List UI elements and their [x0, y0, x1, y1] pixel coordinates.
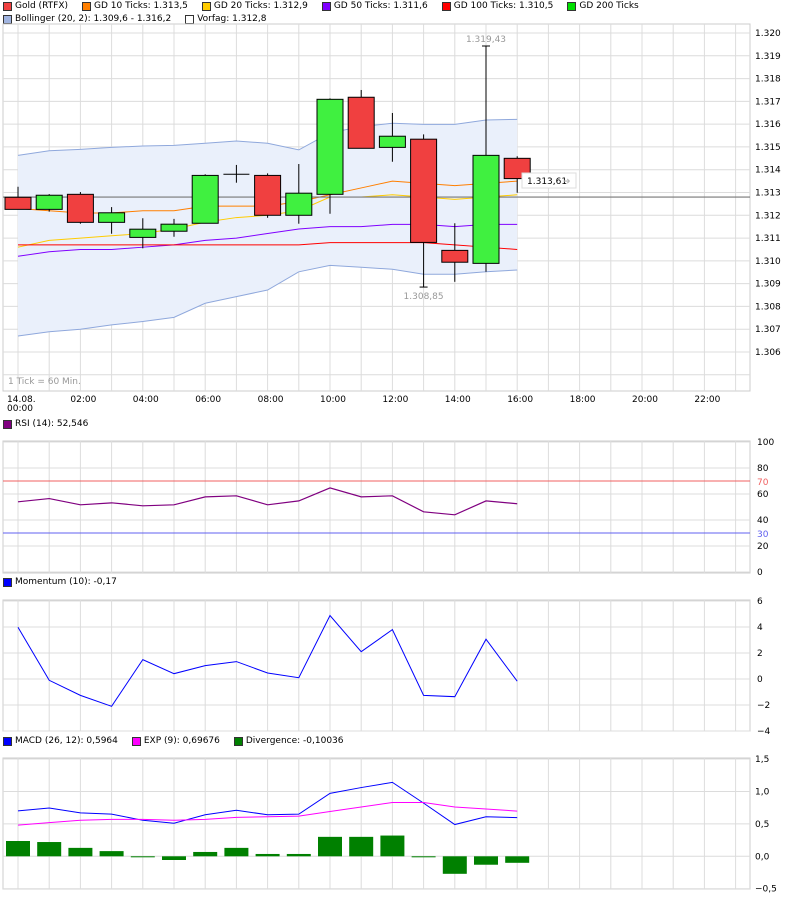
- rsi-level-label: 30: [757, 530, 769, 540]
- low-annotation: 1.308,85: [404, 292, 444, 302]
- last-price-label: 1.313,61: [527, 177, 567, 187]
- divergence-bar: [130, 856, 155, 858]
- macd-axis-label: 1,0: [755, 787, 770, 797]
- price-axis-label: 1.308: [755, 302, 781, 312]
- momentum-axis-label: −2: [757, 701, 770, 711]
- macd-axis-label: −0,5: [755, 885, 777, 895]
- divergence-bar: [411, 856, 436, 858]
- divergence-bar: [380, 835, 405, 857]
- divergence-bar: [162, 856, 186, 860]
- price-axis-label: 1.319: [755, 52, 781, 62]
- price-axis-label: 1.310: [755, 257, 781, 267]
- candle-body: [378, 135, 406, 148]
- x-axis-label: 14:00: [445, 395, 471, 405]
- x-axis-label: 18:00: [570, 395, 596, 405]
- rsi-axis-label: 0: [757, 568, 763, 578]
- divergence-bar: [68, 847, 93, 857]
- candle-body: [35, 194, 63, 210]
- price-axis-label: 1.306: [755, 348, 781, 358]
- candle-body: [160, 223, 188, 232]
- macd-axis-label: 1,5: [755, 755, 769, 765]
- momentum-axis-label: −4: [757, 727, 771, 737]
- divergence-bar: [505, 856, 530, 863]
- x-axis-label: 10:00: [320, 395, 346, 405]
- high-annotation: 1.319,43: [466, 35, 506, 45]
- candle-body: [129, 228, 157, 238]
- candle-body: [410, 138, 438, 243]
- price-axis-label: 1.311: [755, 234, 781, 244]
- momentum-axis-label: 0: [757, 675, 763, 685]
- macd-axis-label: 0,0: [755, 852, 770, 862]
- price-axis-label: 1.317: [755, 97, 781, 107]
- divergence-bar: [99, 851, 124, 857]
- momentum-axis-label: 6: [757, 597, 763, 607]
- price-axis-label: 1.312: [755, 211, 781, 221]
- price-axis-label: 1.309: [755, 280, 781, 290]
- divergence-bar: [6, 840, 30, 857]
- divergence-bar: [286, 853, 311, 857]
- x-axis-label: 08:00: [258, 395, 284, 405]
- price-axis-label: 1.320: [755, 29, 781, 39]
- tick-note: 1 Tick = 60 Min.: [8, 377, 81, 387]
- momentum-panel: [2, 599, 751, 732]
- candle-body: [66, 193, 94, 223]
- divergence-bar: [193, 851, 218, 857]
- x-axis-label: 12:00: [382, 395, 408, 405]
- x-axis-label: 04:00: [133, 395, 159, 405]
- divergence-bar: [37, 842, 62, 857]
- candle-body: [98, 212, 126, 223]
- price-axis-label: 1.314: [755, 166, 781, 176]
- price-axis-label: 1.318: [755, 75, 781, 85]
- candle-body: [316, 98, 344, 195]
- candle-body: [254, 174, 282, 216]
- x-axis-label: 06:00: [195, 395, 221, 405]
- rsi-level-label: 70: [757, 478, 769, 488]
- rsi-axis-label: 80: [757, 464, 769, 474]
- x-axis-label: 22:00: [694, 395, 720, 405]
- candle-body: [472, 154, 500, 264]
- rsi-axis-label: 60: [757, 490, 769, 500]
- price-axis-label: 1.316: [755, 120, 781, 130]
- chart-canvas: 1.320 1.319 1.318 1.317 1.316 1.315 1.314 1.313…: [2, 23, 781, 895]
- price-axis-label: 1.307: [755, 325, 781, 335]
- divergence-bar: [474, 856, 498, 865]
- candle-body: [191, 174, 219, 224]
- x-axis-label: 00:00: [7, 404, 33, 414]
- divergence-bar: [255, 853, 280, 857]
- candle-body: [285, 192, 313, 216]
- divergence-bar: [318, 836, 342, 857]
- candle-body: [4, 196, 32, 210]
- arrow-right-icon: ➜: [563, 177, 571, 187]
- divergence-bar: [349, 836, 374, 857]
- rsi-axis-label: 20: [757, 542, 769, 552]
- momentum-axis-label: 2: [757, 649, 763, 659]
- divergence-bar: [224, 847, 249, 857]
- rsi-panel: [2, 440, 751, 574]
- price-axis-label: 1.315: [755, 143, 781, 153]
- candle-body: [347, 96, 375, 149]
- rsi-axis-label: 100: [757, 438, 774, 448]
- x-axis-label: 16:00: [507, 395, 533, 405]
- momentum-axis-label: 4: [757, 623, 763, 633]
- divergence-bar: [442, 856, 467, 874]
- x-axis-label: 20:00: [632, 395, 658, 405]
- x-axis-label: 02:00: [70, 395, 96, 405]
- rsi-axis-label: 40: [757, 516, 769, 526]
- price-axis-label: 1.313: [755, 189, 781, 199]
- candle-body: [441, 249, 469, 263]
- macd-axis-label: 0,5: [755, 820, 769, 830]
